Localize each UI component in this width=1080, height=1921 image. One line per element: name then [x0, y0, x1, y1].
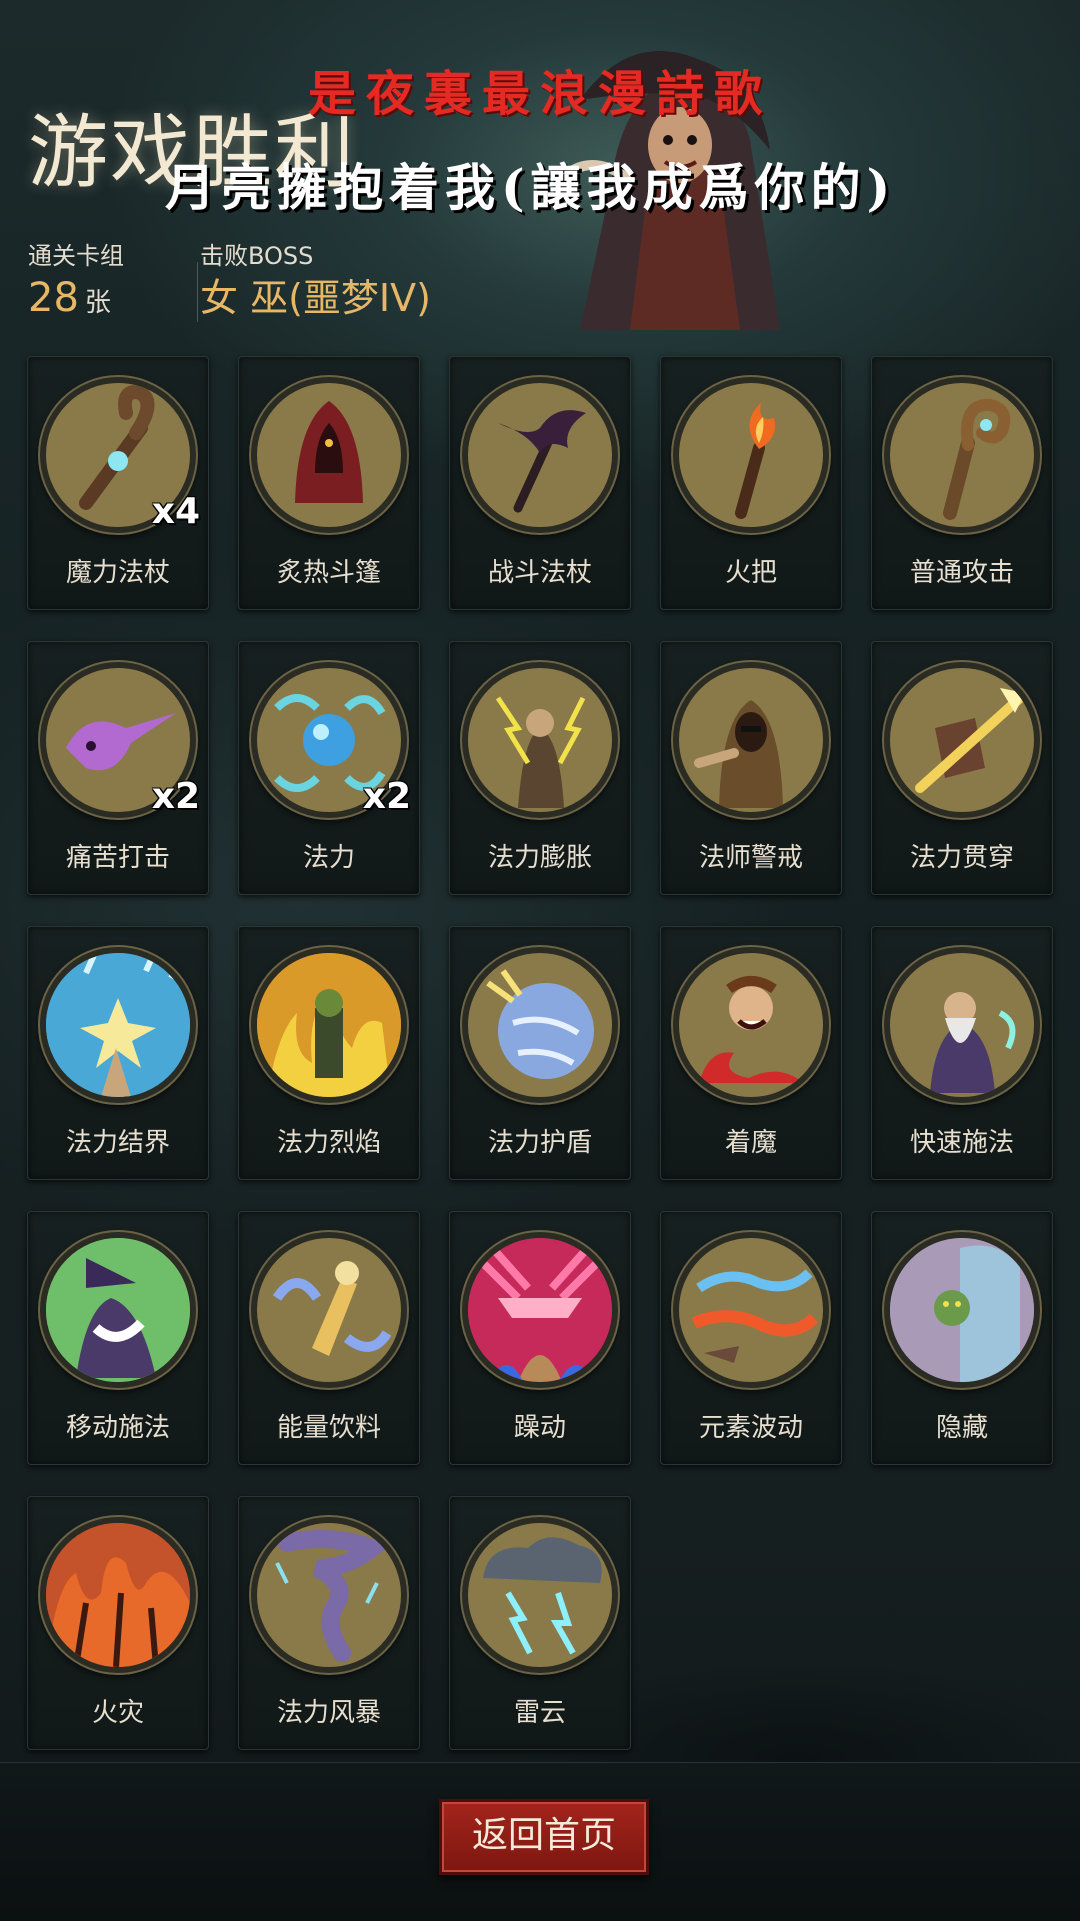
card-name: 着魔: [724, 1128, 777, 1158]
overlay-caption-white: 月亮擁抱着我(讓我成爲你的): [165, 158, 897, 217]
card-name: 法力风暴: [276, 1698, 381, 1728]
card-item[interactable]: 普通攻击: [871, 356, 1053, 610]
card-item[interactable]: 元素波动: [660, 1211, 842, 1465]
card-item[interactable]: 法力膨胀: [449, 641, 631, 895]
hiding-goblin-icon: [884, 1232, 1040, 1388]
card-item[interactable]: 快速施法: [871, 926, 1053, 1180]
card-name: 火把: [724, 558, 777, 588]
stat-divider: [197, 262, 198, 322]
card-item[interactable]: 法力烈焰: [238, 926, 420, 1180]
card-item[interactable]: 雷云: [449, 1496, 631, 1750]
card-item[interactable]: 躁动: [449, 1211, 631, 1465]
card-name: 普通攻击: [909, 558, 1014, 588]
tornado-icon: [251, 1517, 407, 1673]
card-name: 法力膨胀: [487, 843, 592, 873]
card-item[interactable]: 法力结界: [27, 926, 209, 1180]
possessed-icon: [673, 947, 829, 1103]
card-name: 移动施法: [65, 1413, 170, 1443]
torch-icon: [673, 377, 829, 533]
card-grid: x4 魔力法杖 炙热斗篷 战斗法杖 火把 普通攻击 x2 痛苦打击 x2 法力 法力膨胀 法师警戒 法力…: [27, 356, 1053, 1750]
hooded-mage-icon: [673, 662, 829, 818]
deck-unit: 张: [84, 288, 111, 318]
card-name: 躁动: [513, 1413, 566, 1443]
result-header: 游戏胜利 是夜裏最浪漫詩歌 月亮擁抱着我(讓我成爲你的) 通关卡组 28 张 击败…: [0, 0, 1080, 340]
card-item[interactable]: 移动施法: [27, 1211, 209, 1465]
card-name: 法力烈焰: [276, 1128, 381, 1158]
overlay-caption-red: 是夜裏最浪漫詩歌: [307, 66, 772, 122]
card-name: 法力贯穿: [909, 843, 1014, 873]
card-name: 雷云: [513, 1698, 566, 1728]
deck-label: 通关卡组: [28, 242, 124, 270]
lightning-mage-icon: [462, 662, 618, 818]
home-button[interactable]: 返回首页: [439, 1799, 649, 1875]
energy-drink-icon: [251, 1232, 407, 1388]
card-count-badge: x4: [151, 491, 200, 532]
barrier-hand-icon: [40, 947, 196, 1103]
wizard-icon: [884, 947, 1040, 1103]
card-name: 炙热斗篷: [276, 558, 381, 588]
mana-shield-icon: [462, 947, 618, 1103]
card-item[interactable]: 火灾: [27, 1496, 209, 1750]
card-name: 快速施法: [909, 1128, 1014, 1158]
deck-stat: 通关卡组 28 张: [28, 240, 124, 324]
thundercloud-icon: [462, 1517, 618, 1673]
red-cloak-icon: [251, 377, 407, 533]
card-name: 战斗法杖: [487, 558, 592, 588]
card-name: 痛苦打击: [65, 843, 170, 873]
card-name: 法力结界: [65, 1128, 170, 1158]
card-item[interactable]: x4 魔力法杖: [27, 356, 209, 610]
card-item[interactable]: 炙热斗篷: [238, 356, 420, 610]
card-name: 元素波动: [698, 1413, 803, 1443]
card-count-badge: x2: [362, 776, 411, 817]
card-item[interactable]: x2 法力: [238, 641, 420, 895]
elemental-wave-icon: [673, 1232, 829, 1388]
card-item[interactable]: 能量饮料: [238, 1211, 420, 1465]
deck-count: 28: [28, 275, 79, 321]
card-count-badge: x2: [151, 776, 200, 817]
card-name: 法师警戒: [698, 843, 803, 873]
card-item[interactable]: 火把: [660, 356, 842, 610]
card-name: 隐藏: [935, 1413, 988, 1443]
boss-label: 击败BOSS: [200, 242, 314, 270]
boss-stat: 击败BOSS 女 巫(噩梦IV): [200, 240, 431, 324]
card-name: 法力护盾: [487, 1128, 592, 1158]
boss-name: 女 巫(噩梦IV): [200, 276, 431, 320]
card-item[interactable]: 着魔: [660, 926, 842, 1180]
card-name: 法力: [302, 843, 355, 873]
card-item[interactable]: x2 痛苦打击: [27, 641, 209, 895]
bat-staff-icon: [462, 377, 618, 533]
card-name: 魔力法杖: [65, 558, 170, 588]
card-item[interactable]: 隐藏: [871, 1211, 1053, 1465]
wildfire-icon: [40, 1517, 196, 1673]
card-item[interactable]: 法师警戒: [660, 641, 842, 895]
card-item[interactable]: 法力护盾: [449, 926, 631, 1180]
card-name: 能量饮料: [276, 1413, 381, 1443]
shield-pierce-icon: [884, 662, 1040, 818]
card-item[interactable]: 战斗法杖: [449, 356, 631, 610]
spiral-staff-icon: [884, 377, 1040, 533]
card-item[interactable]: 法力贯穿: [871, 641, 1053, 895]
card-name: 火灾: [91, 1698, 144, 1728]
flame-zombie-icon: [251, 947, 407, 1103]
card-item[interactable]: 法力风暴: [238, 1496, 420, 1750]
frenzy-icon: [462, 1232, 618, 1388]
witch-cast-icon: [40, 1232, 196, 1388]
